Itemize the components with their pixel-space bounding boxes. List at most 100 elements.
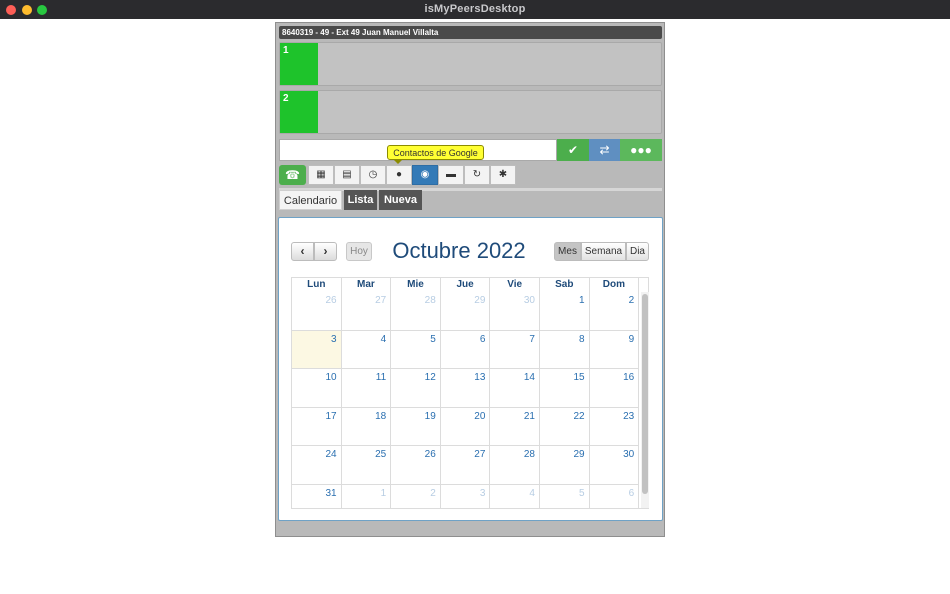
day-cell[interactable]: 31: [292, 485, 342, 509]
contact-button[interactable]: ●: [386, 165, 412, 185]
day-cell[interactable]: 26: [292, 292, 342, 331]
phone-button[interactable]: ☎: [279, 165, 306, 185]
day-cell[interactable]: 27: [341, 292, 392, 331]
day-cell[interactable]: 27: [440, 446, 491, 485]
day-cell[interactable]: 29: [540, 446, 590, 485]
group-icon: ●●●: [630, 143, 652, 157]
day-cell[interactable]: 15: [540, 369, 590, 408]
day-cell[interactable]: 3: [440, 485, 491, 509]
day-cell[interactable]: 29: [440, 292, 491, 331]
forward-button[interactable]: ↻: [464, 165, 490, 185]
day-cell[interactable]: 20: [440, 407, 491, 447]
gear-icon: ✱: [498, 169, 508, 180]
day-cell[interactable]: 10: [292, 369, 342, 408]
view-week-button[interactable]: Semana: [581, 242, 626, 261]
day-cell[interactable]: 3: [292, 330, 342, 370]
tab-calendar[interactable]: Calendario: [279, 190, 342, 210]
day-cell[interactable]: 2: [391, 485, 441, 509]
tooltip-arrow: [393, 159, 403, 164]
tab-list[interactable]: Lista: [344, 190, 377, 210]
day-cell[interactable]: 25: [341, 446, 392, 485]
day-cell[interactable]: 7: [490, 330, 540, 370]
dialpad-button[interactable]: ▦: [308, 165, 334, 185]
day-cell[interactable]: 30: [490, 292, 540, 331]
scrollbar[interactable]: [641, 292, 649, 508]
weekday-header: Vie: [490, 278, 540, 292]
globe-icon: ◉: [420, 169, 430, 180]
line-1-indicator: 1: [280, 43, 318, 85]
day-cell[interactable]: 11: [341, 369, 392, 408]
day-cell[interactable]: 22: [540, 407, 590, 447]
weekday-header: Jue: [441, 278, 491, 292]
window-titlebar: isMyPeersDesktop: [0, 0, 950, 19]
day-cell[interactable]: 24: [292, 446, 342, 485]
day-cell[interactable]: 18: [341, 407, 392, 447]
check-icon: ✔: [567, 143, 579, 157]
weekday-header: Dom: [590, 278, 640, 292]
day-cell[interactable]: 19: [391, 407, 441, 447]
tab-new[interactable]: Nueva: [379, 190, 422, 210]
day-cell[interactable]: 6: [589, 485, 640, 509]
transfer-icon: ⇄: [599, 143, 610, 157]
call-button[interactable]: ✔: [557, 139, 589, 161]
maximize-window-icon[interactable]: [37, 5, 47, 15]
dialpad-icon: ▦: [316, 169, 326, 180]
day-cell[interactable]: 26: [391, 446, 441, 485]
prev-month-button[interactable]: ‹: [291, 242, 314, 261]
line-2[interactable]: 2: [279, 90, 662, 134]
minimize-window-icon[interactable]: [22, 5, 32, 15]
calendar: ‹ › Hoy Octubre 2022 Mes Semana Dia 6543…: [278, 217, 663, 521]
line-1[interactable]: 1: [279, 42, 662, 86]
day-cell[interactable]: 4: [490, 485, 540, 509]
weekday-header: Sab: [540, 278, 590, 292]
day-cell[interactable]: 9: [589, 330, 640, 370]
view-month-button[interactable]: Mes: [554, 242, 581, 261]
day-cell[interactable]: 5: [391, 330, 441, 370]
history-icon: ◷: [368, 169, 378, 180]
day-cell[interactable]: 21: [490, 407, 540, 447]
day-cell[interactable]: 14: [490, 369, 540, 408]
day-cell[interactable]: 6: [440, 330, 491, 370]
weekday-header: Mie: [391, 278, 441, 292]
window-title: isMyPeersDesktop: [424, 3, 526, 15]
day-cell[interactable]: 1: [341, 485, 392, 509]
tooltip: Contactos de Google: [387, 145, 484, 160]
month-grid: 6 5 4 3 2 1 31 30 29 28 27 26 25 24 23 22 21 20 19 18 17 16 15…: [291, 277, 649, 509]
history-button[interactable]: ◷: [360, 165, 386, 185]
agenda-button[interactable]: ▤: [334, 165, 360, 185]
conference-button[interactable]: ●●●: [620, 139, 662, 161]
today-button[interactable]: Hoy: [346, 242, 372, 261]
day-cell[interactable]: 1: [540, 292, 590, 331]
user-info-bar: 8640319 - 49 - Ext 49 Juan Manuel Villal…: [279, 26, 662, 39]
view-day-button[interactable]: Dia: [626, 242, 649, 261]
line-2-indicator: 2: [280, 91, 318, 133]
scroll-thumb[interactable]: [642, 294, 648, 494]
day-cell[interactable]: 17: [292, 407, 342, 447]
day-cell[interactable]: 28: [490, 446, 540, 485]
gear-button[interactable]: ✱: [490, 165, 516, 185]
weekday-header: Lun: [292, 278, 342, 292]
day-cell[interactable]: 2: [589, 292, 640, 331]
phone-panel: 8640319 - 49 - Ext 49 Juan Manuel Villal…: [275, 22, 665, 537]
day-cell[interactable]: 8: [540, 330, 590, 370]
chat-icon: ▬: [446, 169, 456, 180]
phone-icon: ☎: [285, 168, 300, 182]
close-window-icon[interactable]: [6, 5, 16, 15]
day-cell[interactable]: 30: [589, 446, 640, 485]
day-cell[interactable]: 5: [540, 485, 590, 509]
day-cell[interactable]: 23: [589, 407, 640, 447]
day-cell[interactable]: 16: [589, 369, 640, 408]
weekday-header: Mar: [342, 278, 392, 292]
transfer-button[interactable]: ⇄: [589, 139, 620, 161]
day-cell[interactable]: 13: [440, 369, 491, 408]
calendar-title: Octubre 2022: [392, 238, 526, 263]
day-cell[interactable]: 4: [341, 330, 392, 370]
agenda-icon: ▤: [342, 169, 352, 180]
chat-button[interactable]: ▬: [438, 165, 464, 185]
contact-icon: ●: [395, 169, 403, 180]
day-cell[interactable]: 12: [391, 369, 441, 408]
forward-icon: ↻: [472, 169, 482, 180]
day-cell[interactable]: 28: [391, 292, 441, 331]
globe-button[interactable]: ◉: [412, 165, 438, 185]
next-month-button[interactable]: ›: [314, 242, 337, 261]
